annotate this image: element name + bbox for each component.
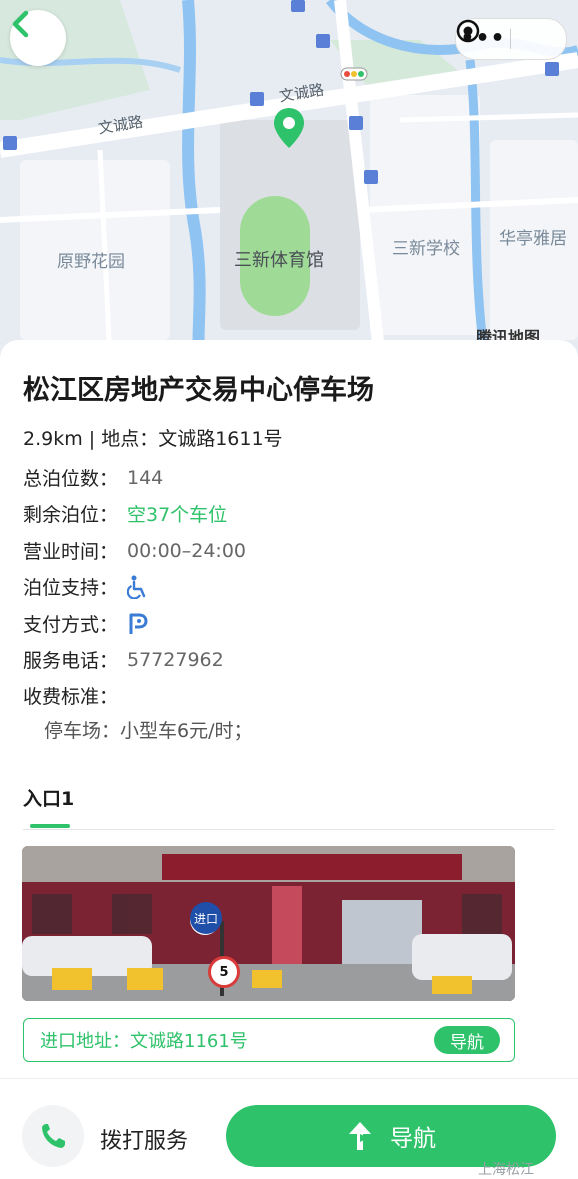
entrance-address-box: 进口地址：文诚路1161号 导航 xyxy=(23,1018,515,1062)
entrance-address: 进口地址：文诚路1161号 xyxy=(40,1031,248,1052)
service-phone-row: 服务电话： 57727962 xyxy=(23,646,224,673)
target-icon xyxy=(456,19,480,43)
row-label: 营业时间： xyxy=(23,541,119,563)
total-spaces-row: 总泊位数： 144 xyxy=(23,464,163,491)
row-value: 空37个车位 xyxy=(127,504,228,526)
navigate-arrow-icon xyxy=(349,1122,371,1150)
phone-icon xyxy=(42,1124,65,1148)
capsule-divider xyxy=(510,29,511,49)
map-view[interactable]: 文诚路 文诚路 原野花园 三新体育馆 三新学校 华亭雅居 腾讯地图 ••• xyxy=(0,0,578,360)
call-service-button[interactable] xyxy=(22,1105,84,1167)
remaining-spaces-row: 剩余泊位： 空37个车位 xyxy=(23,500,227,527)
tab-indicator xyxy=(30,824,70,828)
row-label: 支付方式： xyxy=(23,614,119,636)
payment-method-row: 支付方式： xyxy=(23,610,149,637)
row-label: 剩余泊位： xyxy=(23,504,119,526)
map-place-label: 三新体育馆 xyxy=(234,250,324,271)
navigate-button[interactable]: 导航 xyxy=(226,1105,556,1167)
business-hours-row: 营业时间： 00:00–24:00 xyxy=(23,537,246,564)
entry-sign: 进口 xyxy=(190,902,222,934)
map-place-label: 原野花园 xyxy=(57,252,125,272)
chevron-left-icon xyxy=(12,10,29,38)
row-value: 144 xyxy=(127,466,164,489)
wheelchair-icon xyxy=(127,575,146,599)
map-place-label: 三新学校 xyxy=(392,239,460,259)
row-value: 57727962 xyxy=(127,648,224,671)
entrance-navigate-button[interactable]: 导航 xyxy=(434,1026,500,1054)
mini-program-capsule: ••• xyxy=(455,18,567,60)
row-label: 收费标准： xyxy=(23,686,119,708)
map-place-label: 华亭雅居 xyxy=(499,229,567,249)
tab-divider xyxy=(23,829,555,830)
bottom-action-bar: 拨打服务 导航 上海松江 xyxy=(0,1078,578,1178)
etc-payment-icon xyxy=(129,613,148,634)
back-button[interactable] xyxy=(10,10,66,66)
parking-title: 松江区房地产交易中心停车场 xyxy=(23,375,374,406)
row-label: 服务电话： xyxy=(23,650,119,672)
space-support-row: 泊位支持： xyxy=(23,573,149,600)
fee-standard-row: 收费标准： xyxy=(23,682,127,709)
tab-entrance-1[interactable]: 入口1 xyxy=(23,784,74,811)
call-service-label[interactable]: 拨打服务 xyxy=(100,1123,188,1155)
row-value: 00:00–24:00 xyxy=(127,539,247,562)
entrance-photo: 进口 5 xyxy=(22,846,515,1001)
parking-detail-sheet: 松江区房地产交易中心停车场 2.9km | 地点：文诚路1611号 总泊位数： … xyxy=(0,340,578,1176)
entrance-photo-illustration xyxy=(22,846,515,1001)
row-label: 总泊位数： xyxy=(23,468,119,490)
watermark: 上海松江 xyxy=(478,1162,534,1178)
row-label: 泊位支持： xyxy=(23,577,119,599)
location-pin-icon[interactable] xyxy=(274,108,304,148)
fee-item: 停车场：小型车6元/时； xyxy=(44,720,253,742)
navigate-label: 导航 xyxy=(390,1126,436,1152)
speed-limit-sign: 5 xyxy=(208,956,240,988)
distance-address: 2.9km | 地点：文诚路1611号 xyxy=(23,428,283,450)
